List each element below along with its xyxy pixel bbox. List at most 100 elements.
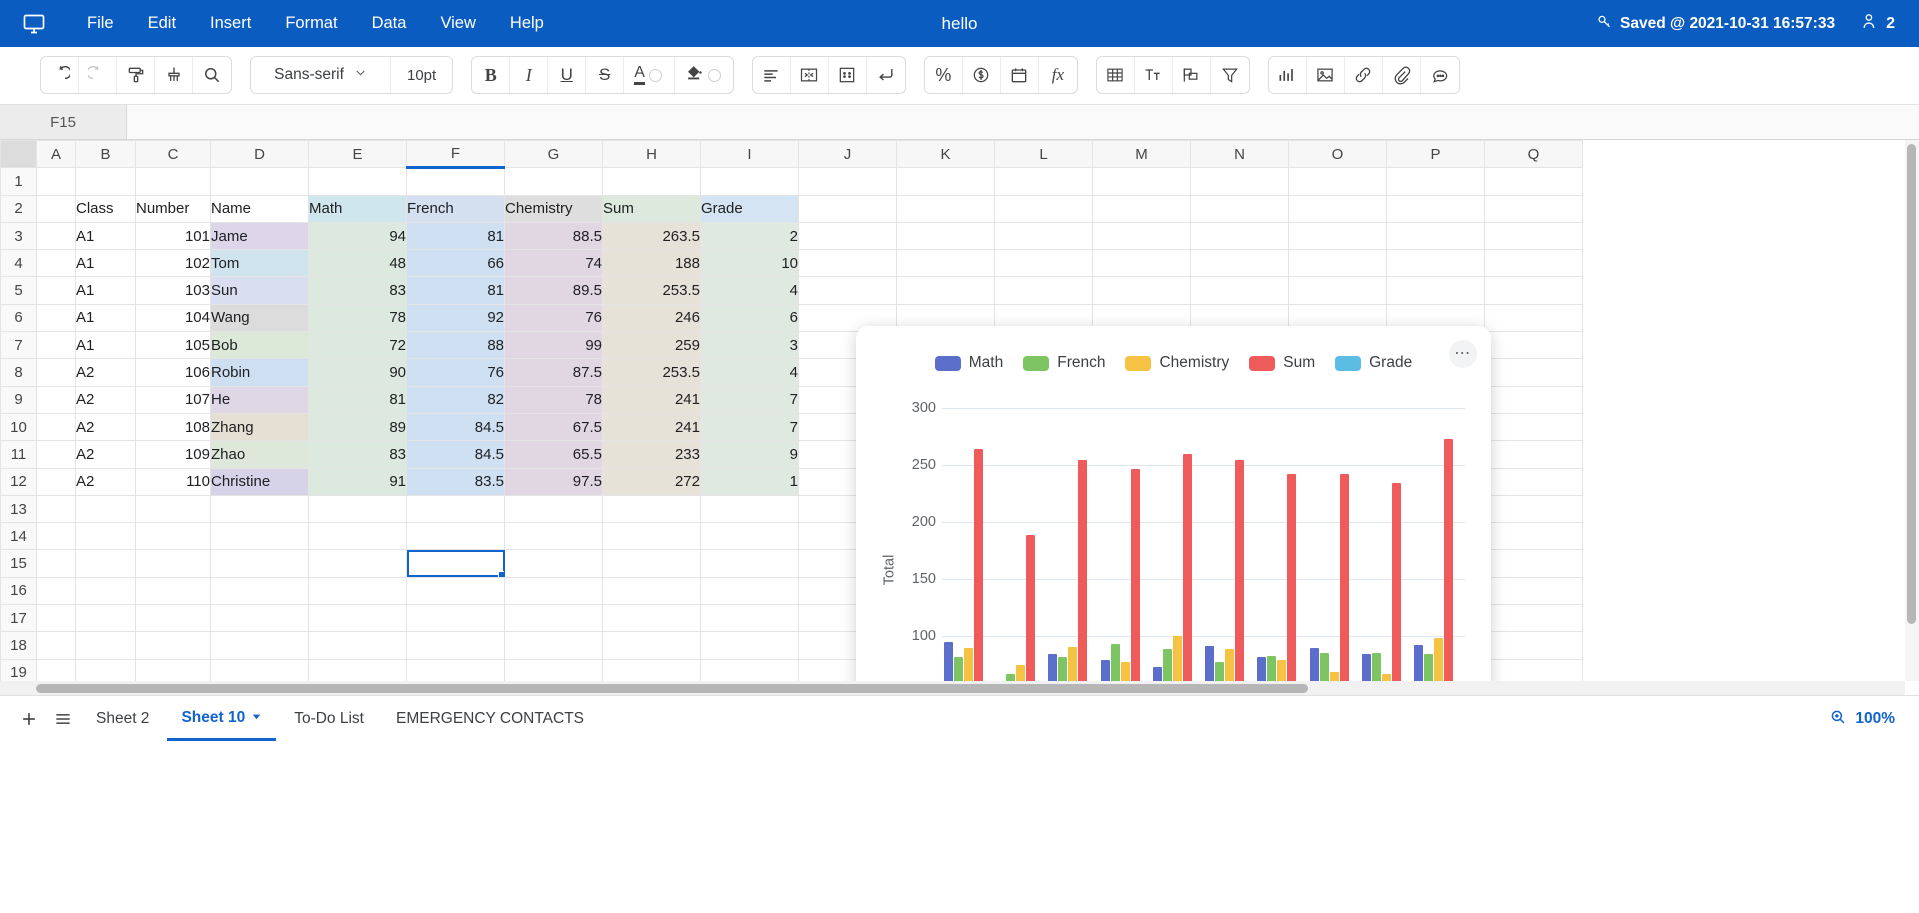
cell-c7[interactable]: 105: [135, 331, 211, 360]
cell-e2[interactable]: Math: [308, 194, 407, 223]
cell-b17[interactable]: [75, 604, 136, 633]
cell-i5[interactable]: 4: [700, 276, 799, 305]
cell-d16[interactable]: [210, 576, 309, 606]
cell-i13[interactable]: [700, 494, 799, 524]
cell-l2[interactable]: [994, 194, 1093, 223]
cell-k4[interactable]: [896, 249, 995, 278]
cell-g13[interactable]: [504, 494, 603, 524]
cell-f7[interactable]: 88: [406, 331, 505, 360]
cell-q4[interactable]: [1484, 249, 1583, 278]
row-header-18[interactable]: 18: [0, 631, 37, 660]
cell-d6[interactable]: Wang: [210, 303, 309, 333]
cell-h14[interactable]: [602, 522, 701, 551]
cell-m5[interactable]: [1092, 276, 1191, 305]
cell-a2[interactable]: [36, 194, 76, 223]
cell-c5[interactable]: 103: [135, 276, 211, 305]
cell-g2[interactable]: Chemistry: [504, 194, 603, 223]
cell-f18[interactable]: [406, 631, 505, 660]
cell-m4[interactable]: [1092, 249, 1191, 278]
cell-d9[interactable]: He: [210, 385, 309, 414]
align-left-icon[interactable]: [753, 57, 791, 93]
cell-f13[interactable]: [406, 494, 505, 524]
horizontal-scrollbar[interactable]: [0, 681, 1905, 695]
cell-h4[interactable]: 188: [602, 249, 701, 278]
cell-e12[interactable]: 91: [308, 467, 407, 496]
undo-icon[interactable]: [41, 57, 79, 93]
vertical-scrollbar[interactable]: [1905, 140, 1919, 681]
cell-i8[interactable]: 4: [700, 358, 799, 387]
cell-d10[interactable]: Zhang: [210, 412, 309, 442]
cell-c2[interactable]: Number: [135, 194, 211, 223]
cell-q8[interactable]: [1484, 358, 1583, 387]
cell-q14[interactable]: [1484, 522, 1583, 551]
column-header-b[interactable]: B: [75, 140, 136, 169]
cell-c9[interactable]: 107: [135, 385, 211, 414]
cell-g4[interactable]: 74: [504, 249, 603, 278]
cell-o5[interactable]: [1288, 276, 1387, 305]
cell-a3[interactable]: [36, 221, 76, 251]
cell-c17[interactable]: [135, 604, 211, 633]
paint-roller-icon[interactable]: [117, 57, 155, 93]
cell-b2[interactable]: Class: [75, 194, 136, 223]
save-status[interactable]: Saved @ 2021-10-31 16:57:33: [1596, 13, 1835, 35]
cell-c8[interactable]: 106: [135, 358, 211, 387]
cell-o2[interactable]: [1288, 194, 1387, 223]
cell-e7[interactable]: 72: [308, 331, 407, 360]
column-header-m[interactable]: M: [1092, 140, 1191, 169]
cell-f14[interactable]: [406, 522, 505, 551]
menu-item-insert[interactable]: Insert: [193, 10, 268, 37]
cell-i2[interactable]: Grade: [700, 194, 799, 223]
cell-f16[interactable]: [406, 576, 505, 606]
cell-e18[interactable]: [308, 631, 407, 660]
font-family-select[interactable]: Sans-serif: [251, 57, 391, 93]
strikethrough-button[interactable]: S: [586, 57, 625, 93]
vertical-scrollbar-thumb[interactable]: [1907, 144, 1916, 624]
cell-j5[interactable]: [798, 276, 897, 305]
cell-e9[interactable]: 81: [308, 385, 407, 414]
cell-j3[interactable]: [798, 221, 897, 251]
cell-e14[interactable]: [308, 522, 407, 551]
cell-l1[interactable]: [994, 167, 1093, 196]
cell-d14[interactable]: [210, 522, 309, 551]
chart-legend-item-grade[interactable]: Grade: [1335, 354, 1412, 372]
column-header-l[interactable]: L: [994, 140, 1093, 169]
sheet-tab-sheet-10[interactable]: Sheet 10: [167, 698, 277, 741]
cell-e1[interactable]: [308, 167, 407, 196]
calendar-icon[interactable]: [1001, 57, 1039, 93]
chart-bar-sum-wang[interactable]: [1130, 468, 1140, 695]
horizontal-scrollbar-thumb[interactable]: [36, 684, 1308, 693]
cell-h7[interactable]: 259: [602, 331, 701, 360]
cell-a12[interactable]: [36, 467, 76, 496]
sheet-tab-emergency-contacts[interactable]: EMERGENCY CONTACTS: [382, 699, 598, 739]
link-icon[interactable]: [1345, 57, 1383, 93]
cell-f10[interactable]: 84.5: [406, 412, 505, 442]
menu-item-format[interactable]: Format: [268, 10, 354, 37]
cell-m2[interactable]: [1092, 194, 1191, 223]
cell-b7[interactable]: A1: [75, 331, 136, 360]
chart-bar-sum-he[interactable]: [1287, 474, 1297, 695]
chart-bar-sum-jame[interactable]: [973, 448, 983, 695]
cell-q13[interactable]: [1484, 494, 1583, 524]
cell-p5[interactable]: [1386, 276, 1485, 305]
cell-b11[interactable]: A2: [75, 440, 136, 469]
cell-e3[interactable]: 94: [308, 221, 407, 251]
text-color-button[interactable]: A: [624, 57, 675, 93]
cell-j2[interactable]: [798, 194, 897, 223]
menu-item-help[interactable]: Help: [493, 10, 561, 37]
cell-i3[interactable]: 2: [700, 221, 799, 251]
cell-d18[interactable]: [210, 631, 309, 660]
cell-j1[interactable]: [798, 167, 897, 196]
shapes-icon[interactable]: [1173, 57, 1211, 93]
cell-b16[interactable]: [75, 576, 136, 606]
menu-item-view[interactable]: View: [423, 10, 492, 37]
currency-icon[interactable]: [963, 57, 1001, 93]
cell-a18[interactable]: [36, 631, 76, 660]
cell-q10[interactable]: [1484, 412, 1583, 442]
plus-icon[interactable]: [14, 704, 44, 734]
cell-i6[interactable]: 6: [700, 303, 799, 333]
chart-bar-sum-christine[interactable]: [1444, 438, 1454, 695]
cell-b6[interactable]: A1: [75, 303, 136, 333]
cell-e15[interactable]: [308, 549, 407, 578]
row-header-15[interactable]: 15: [0, 549, 37, 578]
cell-h15[interactable]: [602, 549, 701, 578]
